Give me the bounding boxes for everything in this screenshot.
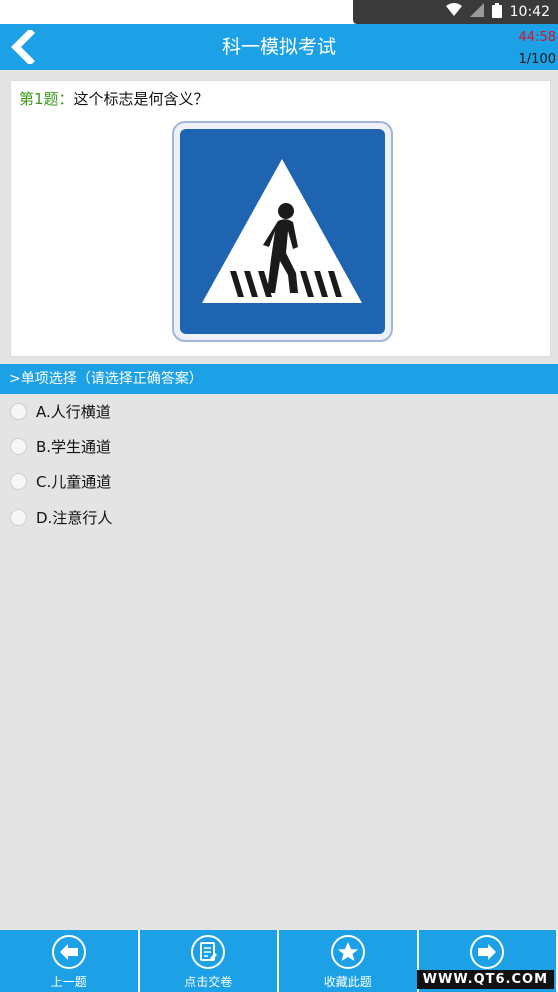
- question-progress: 1/100: [518, 52, 556, 67]
- question-text: 这个标志是何含义？: [73, 90, 209, 108]
- option-label: A.人行横道: [36, 402, 111, 421]
- option-c[interactable]: C.儿童通道: [0, 464, 558, 498]
- bottom-nav: 上一题 点击交卷 收藏此题 WWW.QT6.COM: [0, 930, 558, 992]
- pedestrian-crossing-sign-icon: [172, 121, 393, 342]
- radio-button[interactable]: [10, 472, 27, 490]
- submit-exam-button[interactable]: 点击交卷: [140, 930, 279, 992]
- question-card: 第1题：这个标志是何含义？: [10, 80, 551, 357]
- status-time: 10:42: [509, 4, 550, 20]
- signal-icon: [469, 3, 484, 21]
- option-d[interactable]: D.注意行人: [0, 500, 558, 534]
- countdown-timer: 44:58: [518, 30, 556, 45]
- question-text-line: 第1题：这个标志是何含义？: [19, 88, 209, 109]
- page-title: 科一模拟考试: [221, 36, 336, 58]
- option-a[interactable]: A.人行横道: [0, 394, 558, 428]
- chevron-left-icon: [11, 30, 35, 64]
- option-b[interactable]: B.学生通道: [0, 429, 558, 463]
- section-header: >单项选择（请选择正确答案）: [0, 364, 558, 394]
- status-bar: 10:42: [0, 0, 558, 24]
- prev-question-button[interactable]: 上一题: [0, 930, 140, 992]
- arrow-left-icon: [51, 935, 86, 969]
- prev-question-label: 上一题: [50, 975, 87, 989]
- radio-button[interactable]: [10, 508, 27, 526]
- back-button[interactable]: [4, 28, 42, 66]
- favorite-question-label: 收藏此题: [323, 975, 372, 989]
- title-bar: 科一模拟考试 44:58 1/100: [0, 24, 558, 70]
- submit-paper-icon: [191, 935, 226, 969]
- status-bar-icons: 10:42: [353, 0, 558, 24]
- question-number: 第1题：: [19, 90, 74, 108]
- favorite-question-button[interactable]: 收藏此题: [279, 930, 419, 992]
- option-label: B.学生通道: [36, 437, 112, 456]
- star-icon: [330, 935, 365, 969]
- option-label: C.儿童通道: [36, 472, 112, 491]
- battery-icon: [491, 2, 502, 22]
- option-label: D.注意行人: [36, 508, 113, 527]
- wifi-icon: [445, 3, 462, 21]
- watermark: WWW.QT6.COM: [416, 970, 554, 989]
- radio-button[interactable]: [10, 402, 27, 420]
- submit-exam-label: 点击交卷: [184, 975, 233, 989]
- arrow-right-icon: [470, 935, 505, 969]
- radio-button[interactable]: [10, 437, 27, 455]
